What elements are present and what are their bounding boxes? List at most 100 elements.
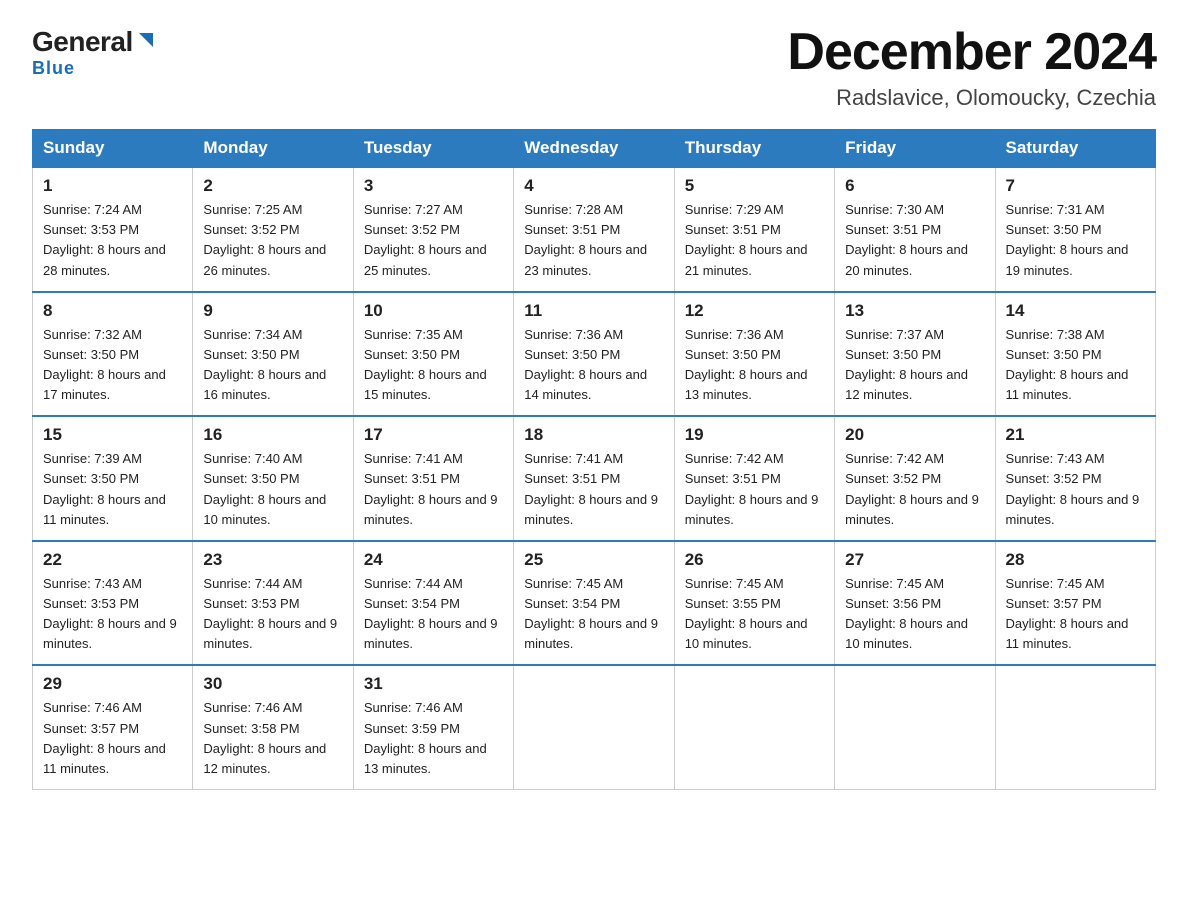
day-info: Sunrise: 7:46 AMSunset: 3:58 PMDaylight:… (203, 700, 326, 775)
day-info: Sunrise: 7:32 AMSunset: 3:50 PMDaylight:… (43, 327, 166, 402)
day-info: Sunrise: 7:45 AMSunset: 3:57 PMDaylight:… (1006, 576, 1129, 651)
day-info: Sunrise: 7:42 AMSunset: 3:52 PMDaylight:… (845, 451, 979, 526)
day-number: 8 (43, 301, 182, 321)
calendar-week-row: 22 Sunrise: 7:43 AMSunset: 3:53 PMDaylig… (33, 541, 1156, 666)
day-number: 1 (43, 176, 182, 196)
table-row: 30 Sunrise: 7:46 AMSunset: 3:58 PMDaylig… (193, 665, 353, 789)
day-number: 6 (845, 176, 984, 196)
table-row (674, 665, 834, 789)
col-friday: Friday (835, 130, 995, 168)
table-row: 29 Sunrise: 7:46 AMSunset: 3:57 PMDaylig… (33, 665, 193, 789)
calendar-week-row: 1 Sunrise: 7:24 AMSunset: 3:53 PMDayligh… (33, 167, 1156, 292)
table-row: 14 Sunrise: 7:38 AMSunset: 3:50 PMDaylig… (995, 292, 1155, 417)
calendar-week-row: 8 Sunrise: 7:32 AMSunset: 3:50 PMDayligh… (33, 292, 1156, 417)
table-row: 31 Sunrise: 7:46 AMSunset: 3:59 PMDaylig… (353, 665, 513, 789)
table-row: 16 Sunrise: 7:40 AMSunset: 3:50 PMDaylig… (193, 416, 353, 541)
day-number: 3 (364, 176, 503, 196)
table-row: 18 Sunrise: 7:41 AMSunset: 3:51 PMDaylig… (514, 416, 674, 541)
day-number: 9 (203, 301, 342, 321)
table-row: 12 Sunrise: 7:36 AMSunset: 3:50 PMDaylig… (674, 292, 834, 417)
col-monday: Monday (193, 130, 353, 168)
table-row: 5 Sunrise: 7:29 AMSunset: 3:51 PMDayligh… (674, 167, 834, 292)
day-number: 17 (364, 425, 503, 445)
day-info: Sunrise: 7:42 AMSunset: 3:51 PMDaylight:… (685, 451, 819, 526)
table-row: 27 Sunrise: 7:45 AMSunset: 3:56 PMDaylig… (835, 541, 995, 666)
table-row: 13 Sunrise: 7:37 AMSunset: 3:50 PMDaylig… (835, 292, 995, 417)
calendar-table: Sunday Monday Tuesday Wednesday Thursday… (32, 129, 1156, 790)
day-number: 14 (1006, 301, 1145, 321)
day-info: Sunrise: 7:45 AMSunset: 3:56 PMDaylight:… (845, 576, 968, 651)
calendar-week-row: 15 Sunrise: 7:39 AMSunset: 3:50 PMDaylig… (33, 416, 1156, 541)
title-block: December 2024 Radslavice, Olomoucky, Cze… (787, 24, 1156, 111)
day-number: 12 (685, 301, 824, 321)
day-info: Sunrise: 7:43 AMSunset: 3:52 PMDaylight:… (1006, 451, 1140, 526)
day-info: Sunrise: 7:29 AMSunset: 3:51 PMDaylight:… (685, 202, 808, 277)
table-row: 2 Sunrise: 7:25 AMSunset: 3:52 PMDayligh… (193, 167, 353, 292)
day-info: Sunrise: 7:37 AMSunset: 3:50 PMDaylight:… (845, 327, 968, 402)
table-row (835, 665, 995, 789)
table-row: 22 Sunrise: 7:43 AMSunset: 3:53 PMDaylig… (33, 541, 193, 666)
table-row (995, 665, 1155, 789)
table-row (514, 665, 674, 789)
col-wednesday: Wednesday (514, 130, 674, 168)
table-row: 6 Sunrise: 7:30 AMSunset: 3:51 PMDayligh… (835, 167, 995, 292)
day-number: 22 (43, 550, 182, 570)
day-info: Sunrise: 7:30 AMSunset: 3:51 PMDaylight:… (845, 202, 968, 277)
day-info: Sunrise: 7:24 AMSunset: 3:53 PMDaylight:… (43, 202, 166, 277)
day-info: Sunrise: 7:28 AMSunset: 3:51 PMDaylight:… (524, 202, 647, 277)
day-info: Sunrise: 7:41 AMSunset: 3:51 PMDaylight:… (524, 451, 658, 526)
table-row: 21 Sunrise: 7:43 AMSunset: 3:52 PMDaylig… (995, 416, 1155, 541)
table-row: 23 Sunrise: 7:44 AMSunset: 3:53 PMDaylig… (193, 541, 353, 666)
table-row: 4 Sunrise: 7:28 AMSunset: 3:51 PMDayligh… (514, 167, 674, 292)
table-row: 20 Sunrise: 7:42 AMSunset: 3:52 PMDaylig… (835, 416, 995, 541)
col-saturday: Saturday (995, 130, 1155, 168)
day-number: 31 (364, 674, 503, 694)
table-row: 28 Sunrise: 7:45 AMSunset: 3:57 PMDaylig… (995, 541, 1155, 666)
day-info: Sunrise: 7:41 AMSunset: 3:51 PMDaylight:… (364, 451, 498, 526)
day-info: Sunrise: 7:27 AMSunset: 3:52 PMDaylight:… (364, 202, 487, 277)
col-sunday: Sunday (33, 130, 193, 168)
table-row: 25 Sunrise: 7:45 AMSunset: 3:54 PMDaylig… (514, 541, 674, 666)
day-info: Sunrise: 7:46 AMSunset: 3:57 PMDaylight:… (43, 700, 166, 775)
table-row: 9 Sunrise: 7:34 AMSunset: 3:50 PMDayligh… (193, 292, 353, 417)
page-header: General Blue December 2024 Radslavice, O… (32, 24, 1156, 111)
table-row: 26 Sunrise: 7:45 AMSunset: 3:55 PMDaylig… (674, 541, 834, 666)
day-info: Sunrise: 7:45 AMSunset: 3:55 PMDaylight:… (685, 576, 808, 651)
col-thursday: Thursday (674, 130, 834, 168)
table-row: 8 Sunrise: 7:32 AMSunset: 3:50 PMDayligh… (33, 292, 193, 417)
day-number: 24 (364, 550, 503, 570)
day-info: Sunrise: 7:45 AMSunset: 3:54 PMDaylight:… (524, 576, 658, 651)
month-title: December 2024 (787, 24, 1156, 81)
logo: General Blue (32, 28, 157, 79)
table-row: 19 Sunrise: 7:42 AMSunset: 3:51 PMDaylig… (674, 416, 834, 541)
day-number: 2 (203, 176, 342, 196)
day-number: 29 (43, 674, 182, 694)
day-number: 30 (203, 674, 342, 694)
day-number: 5 (685, 176, 824, 196)
day-info: Sunrise: 7:43 AMSunset: 3:53 PMDaylight:… (43, 576, 177, 651)
day-info: Sunrise: 7:35 AMSunset: 3:50 PMDaylight:… (364, 327, 487, 402)
day-number: 21 (1006, 425, 1145, 445)
table-row: 3 Sunrise: 7:27 AMSunset: 3:52 PMDayligh… (353, 167, 513, 292)
day-info: Sunrise: 7:36 AMSunset: 3:50 PMDaylight:… (524, 327, 647, 402)
day-info: Sunrise: 7:36 AMSunset: 3:50 PMDaylight:… (685, 327, 808, 402)
day-info: Sunrise: 7:44 AMSunset: 3:53 PMDaylight:… (203, 576, 337, 651)
day-number: 11 (524, 301, 663, 321)
day-info: Sunrise: 7:46 AMSunset: 3:59 PMDaylight:… (364, 700, 487, 775)
day-number: 23 (203, 550, 342, 570)
table-row: 7 Sunrise: 7:31 AMSunset: 3:50 PMDayligh… (995, 167, 1155, 292)
day-number: 20 (845, 425, 984, 445)
day-number: 10 (364, 301, 503, 321)
logo-blue: Blue (32, 58, 75, 79)
day-info: Sunrise: 7:39 AMSunset: 3:50 PMDaylight:… (43, 451, 166, 526)
calendar-header-row: Sunday Monday Tuesday Wednesday Thursday… (33, 130, 1156, 168)
table-row: 1 Sunrise: 7:24 AMSunset: 3:53 PMDayligh… (33, 167, 193, 292)
logo-general: General (32, 28, 133, 56)
table-row: 10 Sunrise: 7:35 AMSunset: 3:50 PMDaylig… (353, 292, 513, 417)
day-info: Sunrise: 7:40 AMSunset: 3:50 PMDaylight:… (203, 451, 326, 526)
col-tuesday: Tuesday (353, 130, 513, 168)
day-number: 19 (685, 425, 824, 445)
day-info: Sunrise: 7:31 AMSunset: 3:50 PMDaylight:… (1006, 202, 1129, 277)
day-number: 16 (203, 425, 342, 445)
day-number: 7 (1006, 176, 1145, 196)
